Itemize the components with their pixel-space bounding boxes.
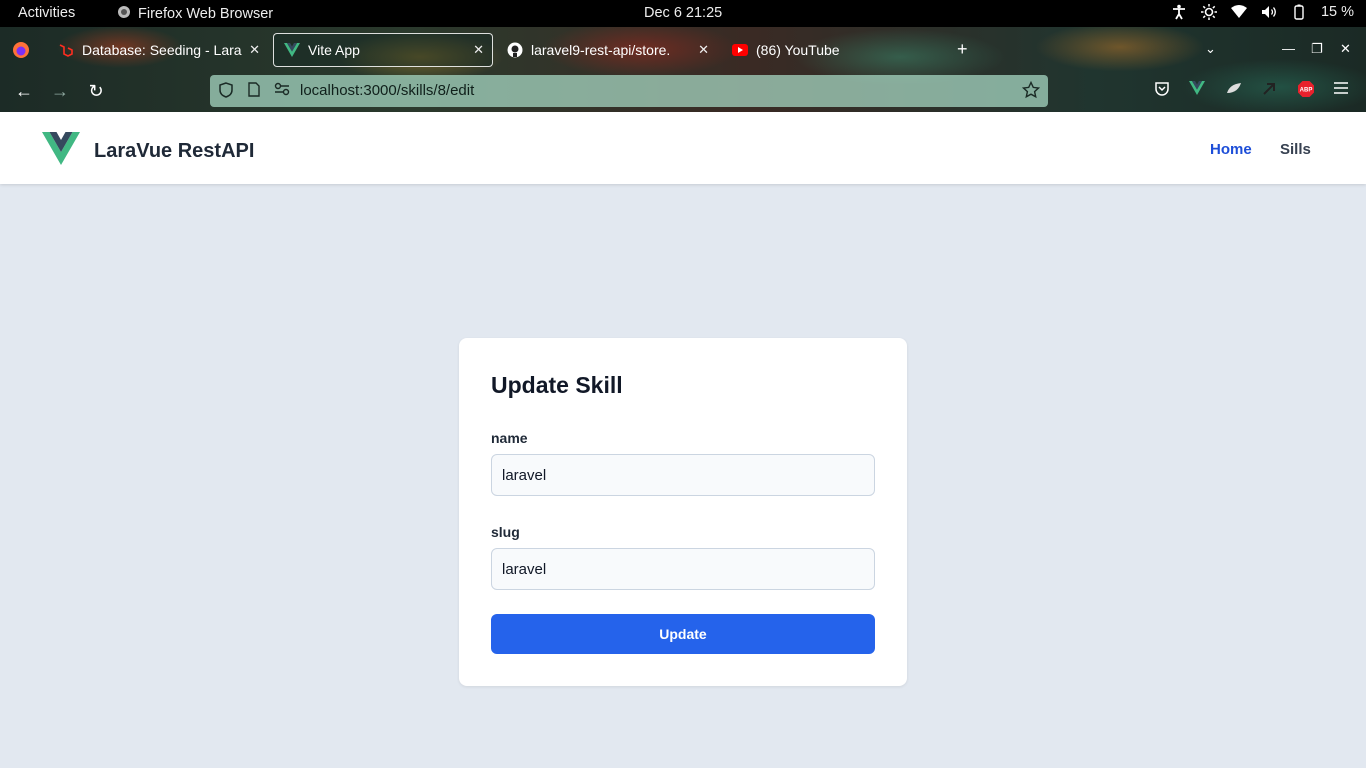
tab-title: Vite App (308, 42, 360, 58)
navigation-toolbar: ← → ↻ localhost:3000/skills/8/edit ABP (0, 71, 1366, 112)
tab-vite-app[interactable]: Vite App ✕ (273, 33, 493, 67)
list-tabs-icon[interactable]: ⌄ (1205, 41, 1216, 57)
laravel-icon (58, 42, 74, 58)
name-label: name (491, 430, 528, 446)
forward-icon[interactable]: → (49, 81, 71, 102)
minimize-icon[interactable]: — (1282, 41, 1295, 56)
firefox-small-icon (117, 5, 131, 23)
maximize-icon[interactable]: ❐ (1311, 41, 1323, 57)
menu-icon[interactable] (1334, 81, 1348, 98)
tab-database-seeding[interactable]: Database: Seeding - Lara ✕ (48, 33, 268, 67)
shield-icon[interactable] (219, 82, 233, 101)
close-tab-icon[interactable]: ✕ (249, 42, 260, 58)
firefox-view-icon[interactable] (12, 41, 30, 64)
page-content: LaraVue RestAPI Home Sills Update Skill … (0, 112, 1366, 768)
volume-icon[interactable] (1261, 4, 1277, 20)
nav-home-link[interactable]: Home (1210, 141, 1252, 158)
new-tab-icon[interactable]: + (957, 39, 968, 60)
reload-icon[interactable]: ↻ (85, 81, 107, 102)
app-name: Firefox Web Browser (138, 6, 274, 22)
vue-icon (284, 42, 300, 58)
svg-text:ABP: ABP (1300, 88, 1313, 94)
extension-dark-icon[interactable] (1261, 81, 1277, 101)
github-icon (507, 42, 523, 58)
adblock-plus-icon[interactable]: ABP (1297, 80, 1315, 102)
tab-title: laravel9-rest-api/store. (531, 42, 671, 58)
clock[interactable]: Dec 6 21:25 (644, 5, 722, 21)
page-icon[interactable] (248, 82, 260, 100)
back-icon[interactable]: ← (13, 81, 35, 102)
brightness-icon[interactable] (1200, 4, 1217, 20)
url-text[interactable]: localhost:3000/skills/8/edit (300, 82, 474, 99)
wifi-icon[interactable] (1230, 4, 1247, 20)
youtube-icon (732, 42, 748, 58)
update-button[interactable]: Update (491, 614, 875, 654)
tab-youtube[interactable]: (86) YouTube (722, 33, 942, 67)
close-tab-icon[interactable]: ✕ (473, 42, 484, 58)
nav-skills-link[interactable]: Sills (1280, 141, 1311, 158)
app-navbar: LaraVue RestAPI Home Sills (0, 112, 1366, 184)
tab-title: (86) YouTube (756, 42, 840, 58)
browser-chrome: Database: Seeding - Lara ✕ Vite App ✕ la… (0, 27, 1366, 112)
accessibility-icon[interactable] (1171, 4, 1187, 20)
brand[interactable]: LaraVue RestAPI (42, 132, 254, 170)
brand-name: LaraVue RestAPI (94, 139, 255, 162)
tab-github[interactable]: laravel9-rest-api/store. ✕ (497, 33, 717, 67)
tab-title: Database: Seeding - Lara (82, 42, 242, 58)
extension-icon[interactable] (1225, 81, 1243, 101)
url-bar[interactable]: localhost:3000/skills/8/edit (210, 75, 1048, 107)
vue-logo-icon (42, 132, 80, 170)
permissions-icon[interactable] (274, 82, 290, 99)
app-menu[interactable]: Firefox Web Browser (117, 5, 273, 23)
close-window-icon[interactable]: ✕ (1340, 41, 1351, 57)
pocket-icon[interactable] (1154, 81, 1170, 101)
vue-devtools-icon[interactable] (1189, 81, 1205, 99)
bookmark-star-icon[interactable] (1021, 80, 1041, 102)
form-title: Update Skill (491, 372, 623, 398)
close-tab-icon[interactable]: ✕ (698, 42, 709, 58)
battery-percentage: 15 % (1320, 4, 1354, 20)
slug-input[interactable] (491, 548, 875, 590)
slug-label: slug (491, 524, 520, 540)
system-top-bar: Activities Firefox Web Browser Dec 6 21:… (0, 0, 1366, 27)
update-skill-card: Update Skill name slug Update (459, 338, 907, 686)
name-input[interactable] (491, 454, 875, 496)
system-tray[interactable]: 15 % (1171, 4, 1354, 20)
activities-button[interactable]: Activities (18, 5, 75, 21)
battery-icon[interactable] (1291, 4, 1307, 20)
